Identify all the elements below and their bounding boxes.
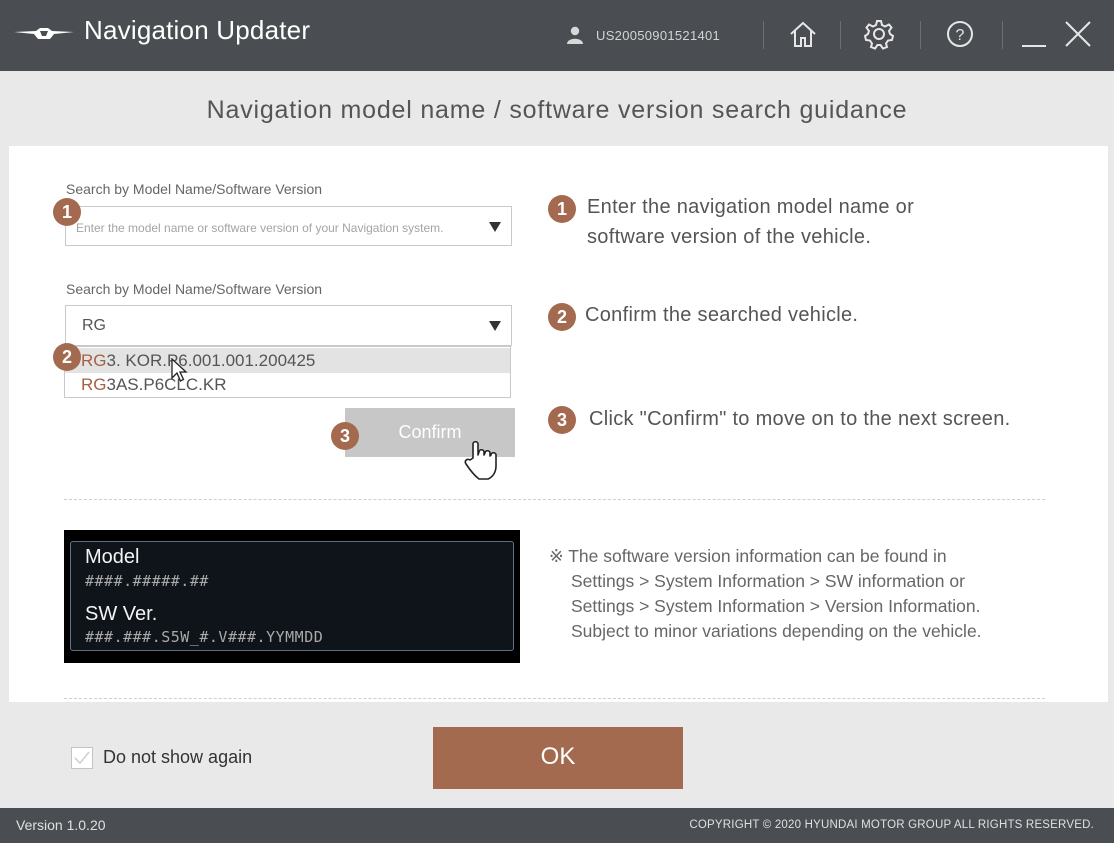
- checkmark-icon: [74, 751, 90, 765]
- model-search-select-active[interactable]: RG: [65, 305, 512, 346]
- step-3-text: Click "Confirm" to move on to the next s…: [589, 408, 1011, 430]
- step-2-text: Confirm the searched vehicle.: [585, 304, 859, 326]
- model-title: Model: [85, 546, 140, 568]
- user-icon: [567, 26, 583, 44]
- sw-title: SW Ver.: [85, 603, 158, 625]
- copyright-text: COPYRIGHT © 2020 HYUNDAI MOTOR GROUP ALL…: [689, 819, 1094, 831]
- dont-show-checkbox[interactable]: [71, 747, 93, 769]
- search-label-2: Search by Model Name/Software Version: [66, 281, 323, 297]
- pointer-cursor-icon: [171, 358, 188, 382]
- separator: [1002, 21, 1003, 49]
- app-title: Navigation Updater: [84, 15, 311, 45]
- divider: [64, 499, 1045, 500]
- separator: [763, 21, 764, 49]
- title-bar: Navigation Updater US20050901521401 ?: [0, 0, 1114, 71]
- step-badge-1: 1: [53, 198, 81, 226]
- home-icon[interactable]: [787, 17, 819, 51]
- guidance-panel: Search by Model Name/Software Version En…: [9, 146, 1108, 702]
- step-badge-1: 1: [548, 195, 576, 223]
- user-info: US20050901521401: [566, 23, 720, 47]
- chevron-down-icon: [489, 222, 501, 232]
- chevron-down-icon: [489, 321, 501, 331]
- search-label-1: Search by Model Name/Software Version: [66, 181, 323, 197]
- close-icon[interactable]: [1062, 17, 1094, 51]
- step-1-text: Enter the navigation model name or softw…: [587, 196, 915, 248]
- step-badge-2: 2: [548, 303, 576, 331]
- sw-value: ###.###.S5W_#.V###.YYMMDD: [85, 628, 324, 646]
- separator: [840, 21, 841, 49]
- user-id: US20050901521401: [596, 27, 721, 43]
- svg-text:?: ?: [956, 27, 965, 44]
- model-search-select[interactable]: Enter the model name or software version…: [65, 206, 512, 246]
- note-text: ※ The software version information can b…: [549, 546, 982, 641]
- result-option[interactable]: RG3. KOR.P6.001.001.200425: [65, 348, 510, 373]
- result-option[interactable]: RG3AS.P6CLC.KR: [65, 372, 510, 397]
- hand-cursor-icon: [464, 440, 497, 480]
- minimize-icon[interactable]: [1018, 17, 1050, 51]
- search-results-dropdown: RG3. KOR.P6.001.001.200425 RG3AS.P6CLC.K…: [64, 346, 511, 398]
- separator: [920, 21, 921, 49]
- step-badge-3: 3: [331, 422, 359, 450]
- model-value: ####.#####.##: [85, 572, 209, 590]
- search-value: RG: [82, 317, 106, 334]
- divider: [64, 698, 1045, 699]
- step-badge-2: 2: [53, 343, 81, 371]
- gear-icon[interactable]: [863, 17, 895, 51]
- system-info-box: Model ####.#####.## SW Ver. ###.###.S5W_…: [70, 541, 514, 651]
- genesis-logo-icon: [14, 28, 74, 39]
- version-label: Version 1.0.20: [16, 817, 106, 833]
- ok-button[interactable]: OK: [433, 727, 683, 789]
- system-info-screenshot: Model ####.#####.## SW Ver. ###.###.S5W_…: [64, 530, 520, 663]
- dont-show-label[interactable]: Do not show again: [103, 747, 252, 768]
- help-icon[interactable]: ?: [944, 17, 976, 51]
- step-badge-3: 3: [548, 406, 576, 434]
- status-bar: Version 1.0.20 COPYRIGHT © 2020 HYUNDAI …: [0, 808, 1114, 843]
- search-placeholder: Enter the model name or software version…: [76, 221, 444, 235]
- page-title: Navigation model name / software version…: [206, 96, 908, 124]
